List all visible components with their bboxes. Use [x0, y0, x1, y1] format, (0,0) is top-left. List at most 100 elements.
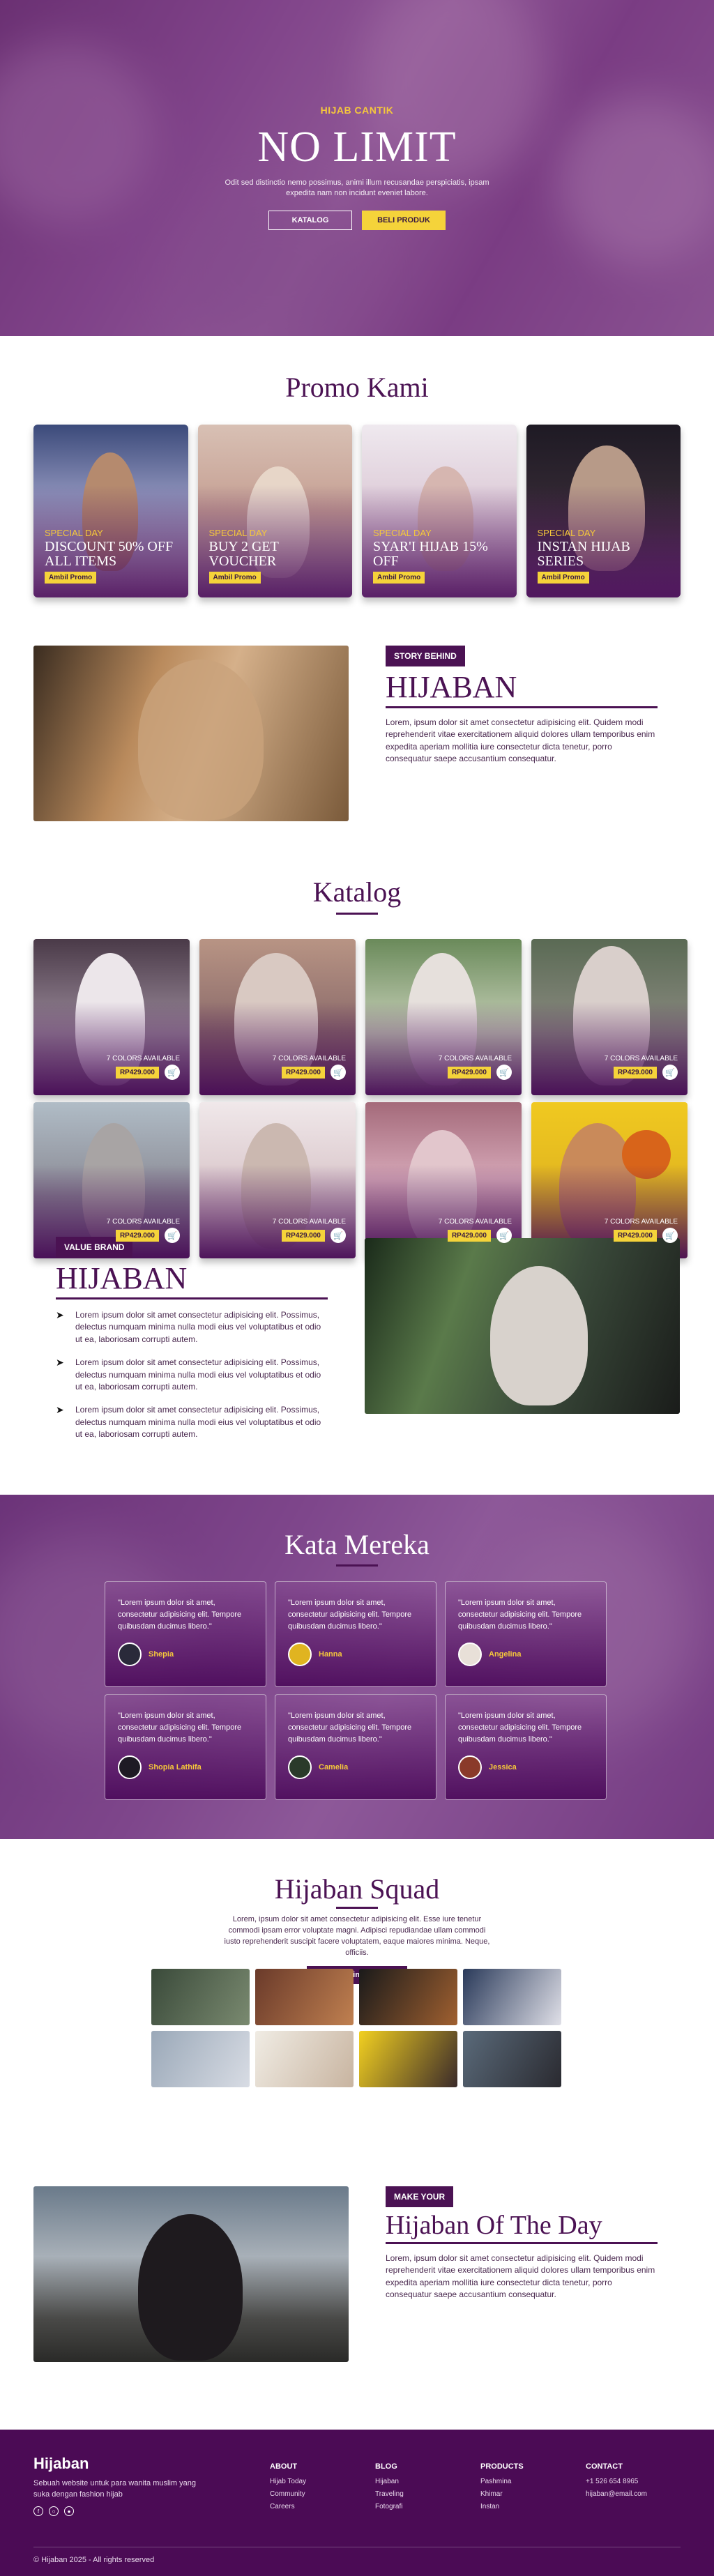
double-arrow-icon: ➤ [56, 1357, 64, 1369]
squad-photo[interactable] [151, 1969, 250, 2025]
promo-kicker: SPECIAL DAY [373, 528, 432, 538]
squad-photo[interactable] [151, 2031, 250, 2087]
copyright: © Hijaban 2025 - All rights reserved [33, 2556, 155, 2564]
product-card[interactable]: 7 COLORS AVAILABLE RP429.000 🛒 [33, 939, 190, 1095]
story-section: STORY BEHIND HIJABAN Lorem, ipsum dolor … [0, 646, 714, 876]
footer-col-products: PRODUCTS Pashmina Khimar Instan [480, 2460, 524, 2513]
footer-link[interactable]: Community [270, 2488, 306, 2501]
day-text: Lorem, ipsum dolor sit amet consectetur … [386, 2253, 655, 2300]
testimonial-name: Angelina [489, 1650, 522, 1659]
hero-kicker: HIJAB CANTIK [320, 105, 394, 116]
instagram-icon[interactable]: ○ [49, 2506, 59, 2516]
avatar [118, 1643, 142, 1667]
testimonial-card: "Lorem ipsum dolor sit amet, consectetur… [445, 1581, 607, 1687]
buy-product-button[interactable]: BELI PRODUK [362, 210, 446, 230]
product-card[interactable]: 7 COLORS AVAILABLE RP429.000 🛒 [531, 939, 688, 1095]
footer-link[interactable]: Instan [480, 2501, 524, 2513]
promo-card[interactable]: SPECIAL DAY DISCOUNT 50% OFF ALL ITEMS A… [33, 425, 188, 597]
promo-card[interactable]: SPECIAL DAY SYAR'I HIJAB 15% OFF Ambil P… [362, 425, 517, 597]
promo-name: SYAR'I HIJAB 15% OFF [373, 539, 488, 569]
footer-link[interactable]: Hijaban [375, 2476, 404, 2488]
take-promo-button[interactable]: Ambil Promo [537, 572, 589, 584]
product-card[interactable]: 7 COLORS AVAILABLE RP429.000 🛒 [33, 1102, 190, 1258]
product-price: RP429.000 [281, 1066, 325, 1079]
story-image [33, 646, 349, 821]
squad-photo[interactable] [255, 1969, 354, 2025]
avatar [458, 1755, 482, 1780]
promo-name: DISCOUNT 50% OFF ALL ITEMS [45, 539, 174, 569]
footer-email[interactable]: hijaban@email.com [586, 2488, 647, 2501]
promo-kicker: SPECIAL DAY [45, 528, 103, 538]
testimonial-name: Hanna [319, 1650, 342, 1659]
squad-photo[interactable] [359, 2031, 457, 2087]
product-card[interactable]: 7 COLORS AVAILABLE RP429.000 🛒 [365, 939, 522, 1095]
footer-link[interactable]: Traveling [375, 2488, 404, 2501]
product-card[interactable]: 7 COLORS AVAILABLE RP429.000 🛒 [199, 939, 356, 1095]
squad-photo[interactable] [359, 1969, 457, 2025]
hero-title: NO LIMIT [257, 123, 457, 171]
katalog-title: Katalog [312, 876, 402, 908]
footer-link[interactable]: Pashmina [480, 2476, 524, 2488]
product-colors: 7 COLORS AVAILABLE [106, 1055, 180, 1062]
testimonial-name: Camelia [319, 1763, 349, 1772]
story-tag: STORY BEHIND [386, 646, 465, 666]
github-icon[interactable]: ● [64, 2506, 74, 2516]
cart-icon[interactable]: 🛒 [331, 1065, 346, 1080]
promo-card[interactable]: SPECIAL DAY INSTAN HIJAB SERIES Ambil Pr… [526, 425, 681, 597]
hero-section: HIJAB CANTIK NO LIMIT Odit sed distincti… [0, 0, 714, 336]
footer-col-blog: BLOG Hijaban Traveling Fotografi [375, 2460, 404, 2513]
product-card[interactable]: 7 COLORS AVAILABLE RP429.000 🛒 [365, 1102, 522, 1258]
testimonial-card: "Lorem ipsum dolor sit amet, consectetur… [275, 1694, 436, 1800]
hero-description: Odit sed distinctio nemo possimus, animi… [225, 178, 489, 198]
cart-icon[interactable]: 🛒 [331, 1228, 346, 1243]
footer-phone[interactable]: +1 526 654 8965 [586, 2476, 647, 2488]
promo-kicker: SPECIAL DAY [208, 528, 268, 538]
product-price: RP429.000 [115, 1229, 159, 1242]
product-colors: 7 COLORS AVAILABLE [272, 1055, 346, 1062]
take-promo-button[interactable]: Ambil Promo [373, 572, 425, 584]
double-arrow-icon: ➤ [56, 1404, 64, 1416]
katalog-section: Katalog 7 COLORS AVAILABLE RP429.000 🛒 7 … [0, 876, 714, 1258]
promo-title: Promo Kami [285, 372, 429, 403]
footer-brand: Hijaban [33, 2455, 89, 2472]
value-point: ➤ Lorem ipsum dolor sit amet consectetur … [56, 1357, 328, 1393]
squad-description: Lorem, ipsum dolor sit amet consectetur … [224, 1915, 490, 1957]
avatar [118, 1755, 142, 1780]
testimonial-card: "Lorem ipsum dolor sit amet, consectetur… [105, 1581, 266, 1687]
product-card[interactable]: 7 COLORS AVAILABLE RP429.000 🛒 [531, 1102, 688, 1258]
squad-photo[interactable] [463, 1969, 561, 2025]
testimonial-card: "Lorem ipsum dolor sit amet, consectetur… [275, 1581, 436, 1687]
footer-link[interactable]: Careers [270, 2501, 306, 2513]
footer-col-contact: CONTACT +1 526 654 8965 hijaban@email.co… [586, 2460, 647, 2501]
squad-photo[interactable] [255, 2031, 354, 2087]
product-card[interactable]: 7 COLORS AVAILABLE RP429.000 🛒 [199, 1102, 356, 1258]
take-promo-button[interactable]: Ambil Promo [208, 572, 261, 584]
footer-description: Sebuah website untuk para wanita muslim … [33, 2479, 196, 2499]
cart-icon[interactable]: 🛒 [165, 1228, 180, 1243]
product-price: RP429.000 [613, 1066, 657, 1079]
squad-photo[interactable] [463, 2031, 561, 2087]
promo-name: INSTAN HIJAB SERIES [537, 539, 630, 569]
take-promo-button[interactable]: Ambil Promo [45, 572, 97, 584]
cart-icon[interactable]: 🛒 [662, 1228, 678, 1243]
cart-icon[interactable]: 🛒 [662, 1065, 678, 1080]
testimonial-card: "Lorem ipsum dolor sit amet, consectetur… [445, 1694, 607, 1800]
testimonial-name: Shopia Lathifa [149, 1763, 202, 1772]
testimonial-title: Kata Mereka [284, 1529, 430, 1560]
catalog-button[interactable]: KATALOG [268, 210, 352, 230]
footer-link[interactable]: Fotografi [375, 2501, 404, 2513]
promo-kicker: SPECIAL DAY [537, 528, 596, 538]
cart-icon[interactable]: 🛒 [496, 1228, 512, 1243]
product-colors: 7 COLORS AVAILABLE [604, 1218, 678, 1226]
promo-card[interactable]: SPECIAL DAY BUY 2 GET VOUCHER Ambil Prom… [197, 425, 352, 597]
promo-name: BUY 2 GET VOUCHER [208, 539, 279, 569]
facebook-icon[interactable]: f [33, 2506, 43, 2516]
double-arrow-icon: ➤ [56, 1309, 64, 1320]
product-price: RP429.000 [447, 1066, 491, 1079]
promo-section: Promo Kami SPECIAL DAY DISCOUNT 50% OFF … [0, 336, 714, 646]
footer-link[interactable]: Hijab Today [270, 2476, 306, 2488]
cart-icon[interactable]: 🛒 [496, 1065, 512, 1080]
product-colors: 7 COLORS AVAILABLE [438, 1055, 512, 1062]
cart-icon[interactable]: 🛒 [165, 1065, 180, 1080]
footer-link[interactable]: Khimar [480, 2488, 524, 2501]
